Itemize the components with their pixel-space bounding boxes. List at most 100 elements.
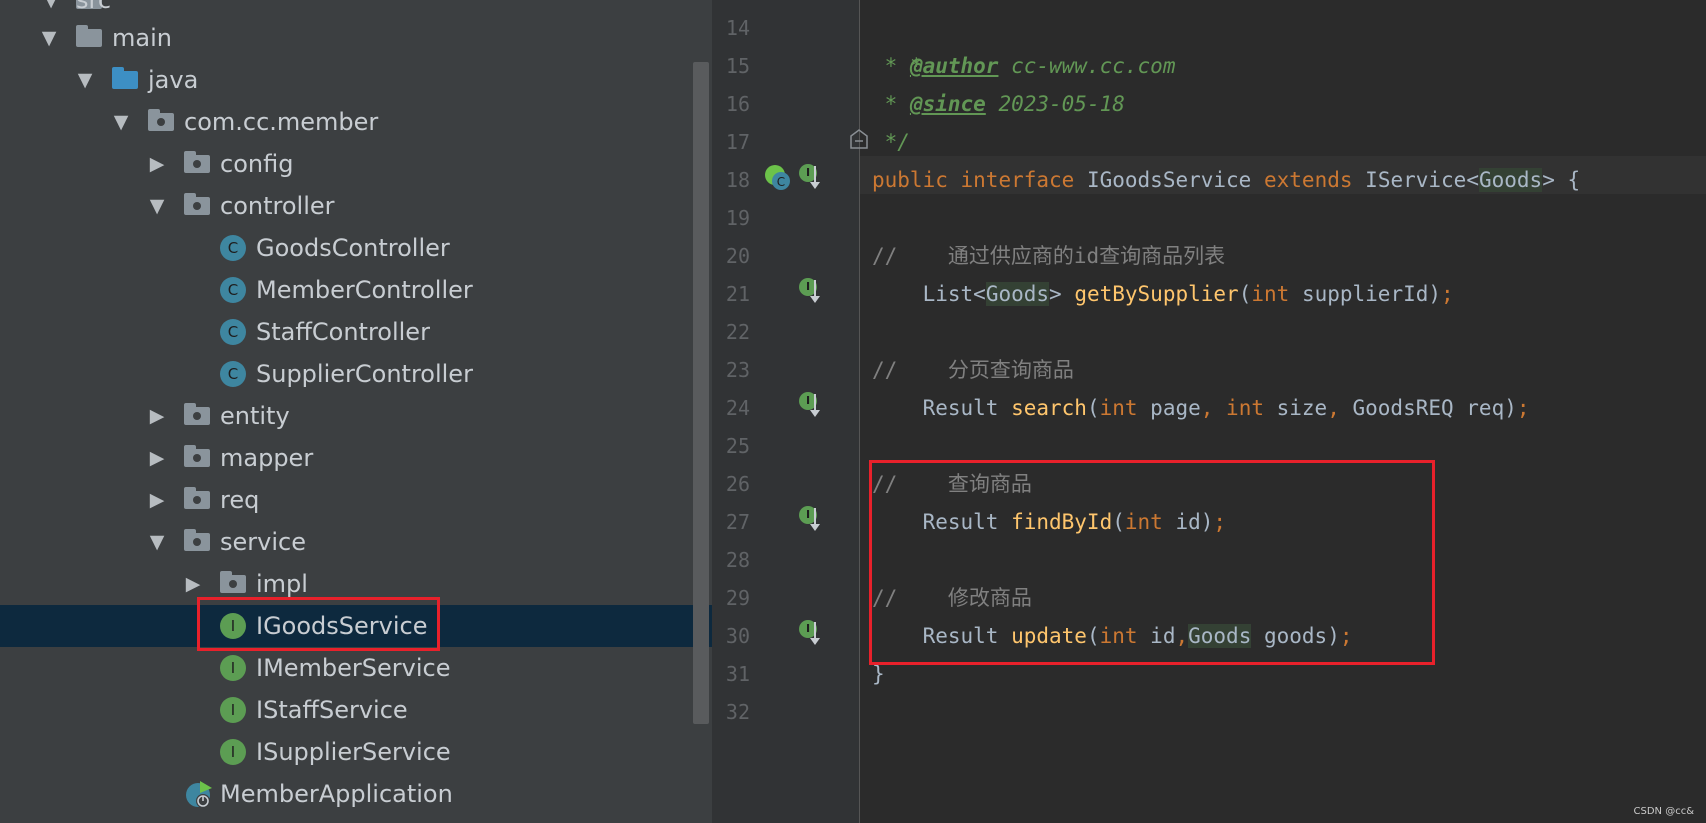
line-number: 18 — [725, 168, 750, 192]
tree-item-package-root[interactable]: ▼ com.cc.member — [0, 101, 712, 143]
code-line-15[interactable]: * @author cc-www.cc.com — [872, 47, 1176, 85]
package-icon — [184, 151, 210, 176]
line-number: 19 — [725, 206, 750, 230]
interface-icon: I — [220, 655, 246, 681]
tree-item-label: service — [220, 528, 306, 556]
tree-item-label: SupplierController — [256, 360, 473, 388]
collapse-arrow-icon[interactable]: ▶ — [146, 479, 168, 521]
watermark: CSDN @cc& — [1633, 806, 1694, 817]
tree-item-entity[interactable]: ▶ entity — [0, 395, 712, 437]
code-line-23[interactable]: // 分页查询商品 — [872, 351, 1074, 389]
tree-item-label: main — [112, 24, 172, 52]
package-icon — [184, 403, 210, 428]
class-icon: C — [220, 277, 246, 303]
tree-item-staff-controller[interactable]: C StaffController — [0, 311, 712, 353]
collapse-arrow-icon[interactable]: ▶ — [146, 143, 168, 185]
implemented-icon[interactable]: I — [799, 392, 821, 418]
tree-item-controller[interactable]: ▼ controller — [0, 185, 712, 227]
class-icon: C — [220, 235, 246, 261]
expand-arrow-icon[interactable]: ▼ — [110, 101, 132, 143]
package-icon — [184, 445, 210, 470]
svg-text:C: C — [777, 175, 785, 189]
tree-item-label: entity — [220, 402, 290, 430]
tree-item-label: java — [148, 66, 199, 94]
line-number: 20 — [725, 244, 750, 268]
line-number: 17 — [725, 130, 750, 154]
tree-item-main[interactable]: ▼ main — [0, 17, 712, 59]
code-line-14[interactable]: * — [872, 9, 923, 78]
tree-scrollbar[interactable] — [693, 62, 709, 724]
expand-arrow-icon[interactable]: ▼ — [146, 521, 168, 563]
expand-arrow-icon[interactable]: ▼ — [146, 185, 168, 227]
tree-highlight-box — [197, 597, 440, 651]
tree-item-label: StaffController — [256, 318, 430, 346]
tree-item-supplier-controller[interactable]: C SupplierController — [0, 353, 712, 395]
line-number: 24 — [725, 396, 750, 420]
line-number: 29 — [725, 586, 750, 610]
collapse-arrow-icon[interactable]: ▶ — [146, 437, 168, 479]
package-icon — [148, 109, 174, 134]
line-number: 28 — [725, 548, 750, 572]
code-highlight-box — [869, 460, 1435, 665]
tree-item-java[interactable]: ▼ java — [0, 59, 712, 101]
tree-item-req[interactable]: ▶ req — [0, 479, 712, 521]
spring-bean-icon[interactable]: C — [763, 163, 793, 191]
code-line-21[interactable]: List<Goods> getBySupplier(int supplierId… — [872, 275, 1454, 313]
interface-icon: I — [220, 697, 246, 723]
tree-item-member-controller[interactable]: C MemberController — [0, 269, 712, 311]
project-tree: ▼ src ▼ main ▼ java ▼ com.cc.member ▶ co… — [0, 0, 712, 823]
line-number: 31 — [725, 662, 750, 686]
code-line-18[interactable]: public interface IGoodsService extends I… — [872, 161, 1580, 199]
folder-icon — [76, 25, 102, 50]
spring-boot-app-icon — [184, 781, 212, 808]
implemented-icon[interactable]: I — [799, 620, 821, 646]
class-icon: C — [220, 361, 246, 387]
line-number: 16 — [725, 92, 750, 116]
line-number: 27 — [725, 510, 750, 534]
tree-item-config[interactable]: ▶ config — [0, 143, 712, 185]
code-line-24[interactable]: Result search(int page, int size, GoodsR… — [872, 389, 1530, 427]
line-number: 30 — [725, 624, 750, 648]
code-line-17[interactable]: */ — [872, 123, 910, 161]
expand-arrow-icon[interactable]: ▼ — [38, 17, 60, 59]
package-icon — [184, 529, 210, 554]
tree-item-label: com.cc.member — [184, 108, 379, 136]
implemented-icon[interactable]: I — [799, 278, 821, 304]
collapse-arrow-icon[interactable]: ▶ — [146, 395, 168, 437]
implemented-icon[interactable]: I — [799, 506, 821, 532]
source-folder-icon — [112, 67, 138, 92]
line-number: 14 — [725, 16, 750, 40]
implemented-icon[interactable]: I — [799, 164, 821, 190]
tree-item-label: config — [220, 150, 294, 178]
tree-item-imember-service[interactable]: I IMemberService — [0, 647, 712, 689]
gutter-divider — [859, 0, 860, 823]
tree-item-member-application[interactable]: MemberApplication — [0, 773, 712, 815]
class-icon: C — [220, 319, 246, 345]
line-number: 32 — [725, 700, 750, 724]
tree-item-label: MemberApplication — [220, 780, 453, 808]
tree-item-label: mapper — [220, 444, 314, 472]
package-icon — [184, 193, 210, 218]
line-number: 23 — [725, 358, 750, 382]
tree-item-mapper[interactable]: ▶ mapper — [0, 437, 712, 479]
expand-arrow-icon[interactable]: ▼ — [74, 59, 96, 101]
interface-icon: I — [220, 739, 246, 765]
line-number: 15 — [725, 54, 750, 78]
package-icon — [184, 487, 210, 512]
code-line-16[interactable]: * @since 2023-05-18 — [872, 85, 1125, 123]
tree-item-label: ISupplierService — [256, 738, 451, 766]
tree-item-label: req — [220, 486, 260, 514]
fold-marker-icon[interactable] — [849, 128, 869, 150]
line-number: 21 — [725, 282, 750, 306]
tree-item-goods-controller[interactable]: C GoodsController — [0, 227, 712, 269]
code-line-20[interactable]: // 通过供应商的id查询商品列表 — [872, 237, 1225, 275]
tree-item-label: MemberController — [256, 276, 473, 304]
tree-item-istaff-service[interactable]: I IStaffService — [0, 689, 712, 731]
tree-item-label: GoodsController — [256, 234, 450, 262]
tree-item-label: IMemberService — [256, 654, 451, 682]
package-icon — [220, 571, 246, 596]
tree-item-isupplier-service[interactable]: I ISupplierService — [0, 731, 712, 773]
tree-item-label: controller — [220, 192, 335, 220]
tree-item-service[interactable]: ▼ service — [0, 521, 712, 563]
tree-item-label: IStaffService — [256, 696, 408, 724]
